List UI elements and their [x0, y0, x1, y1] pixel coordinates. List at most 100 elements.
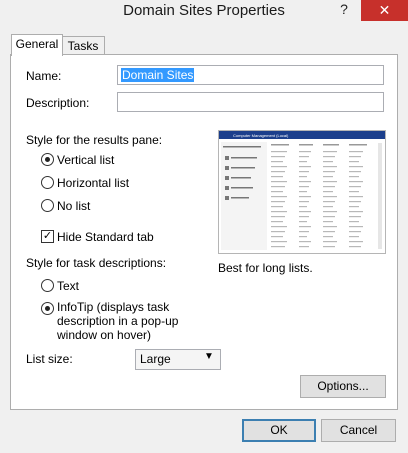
preview-row-line [323, 186, 335, 188]
name-label: Name: [26, 69, 62, 83]
preview-row-line [323, 246, 335, 248]
preview-row-line [299, 176, 307, 178]
preview-row-line [349, 156, 361, 158]
preview-row-line [271, 226, 287, 228]
preview-row-line [349, 171, 361, 173]
tab-tasks[interactable]: Tasks [61, 36, 105, 55]
preview-row-line [271, 241, 287, 243]
preview-row-line [349, 236, 359, 238]
preview-row-line [299, 246, 309, 248]
hide-standard-tab-checkbox[interactable]: ✓ [41, 230, 54, 243]
preview-row-line [299, 211, 311, 213]
preview-row-line [323, 206, 333, 208]
task-descriptions-heading: Style for task descriptions: [26, 256, 167, 270]
no-list-radio[interactable] [41, 199, 54, 212]
preview-row-line [271, 186, 285, 188]
preview-row-line [299, 221, 307, 223]
preview-row-line [271, 216, 285, 218]
preview-row-line [271, 176, 283, 178]
preview-row-line [271, 166, 287, 168]
preview-row-line [323, 211, 337, 213]
preview-row-line [299, 231, 309, 233]
preview-row-line [271, 156, 285, 158]
no-list-label: No list [57, 199, 91, 213]
preview-row-line [349, 201, 361, 203]
preview-row-line [349, 191, 359, 193]
preview-row-line [323, 201, 335, 203]
preview-row-line [323, 236, 333, 238]
preview-row-line [323, 191, 333, 193]
preview-row-line [323, 181, 337, 183]
horizontal-list-radio[interactable] [41, 176, 54, 189]
preview-row-line [349, 151, 363, 153]
preview-row-line [323, 221, 333, 223]
preview-row-line [299, 216, 309, 218]
preview-row-line [323, 156, 335, 158]
list-size-value: Large [140, 352, 171, 366]
preview-row-line [271, 151, 287, 153]
description-label: Description: [26, 96, 90, 110]
preview-row-line [349, 206, 359, 208]
description-field[interactable] [117, 92, 384, 112]
preview-header-text: Computer Management (Local) [233, 133, 289, 138]
preview-row-line [299, 186, 309, 188]
preview-row-line [271, 196, 287, 198]
preview-row-line [349, 196, 363, 198]
preview-row-line [271, 221, 283, 223]
preview-row-line [349, 246, 361, 248]
preview-row-line [299, 196, 311, 198]
preview-row-line [299, 191, 307, 193]
preview-row-line [299, 171, 309, 173]
text-label: Text [57, 279, 80, 293]
preview-row-line [299, 166, 311, 168]
ok-button[interactable]: OK [242, 419, 316, 442]
preview-row-line [349, 161, 359, 163]
name-field-value: Domain Sites [121, 68, 195, 82]
preview-row-line [299, 156, 309, 158]
preview-row-line [323, 176, 333, 178]
preview-row-line [299, 206, 307, 208]
preview-row-line [323, 196, 337, 198]
preview-row-line [323, 166, 337, 168]
preview-row-line [349, 241, 363, 243]
preview-row-line [349, 221, 359, 223]
options-button[interactable]: Options... [300, 375, 386, 398]
list-size-select[interactable]: Large ▼ [135, 349, 221, 370]
preview-row-line [349, 181, 363, 183]
preview-row-line [299, 241, 311, 243]
preview-row-line [271, 211, 287, 213]
preview-row-line [323, 161, 333, 163]
preview-row-line [299, 161, 307, 163]
preview-row-line [349, 231, 361, 233]
help-button[interactable]: ? [334, 1, 354, 21]
preview-row-line [299, 226, 311, 228]
vertical-list-label: Vertical list [57, 153, 115, 167]
preview-row-line [271, 161, 283, 163]
infotip-label: InfoTip (displays task description in a … [57, 300, 179, 342]
infotip-radio[interactable] [41, 302, 54, 315]
preview-row-line [271, 181, 287, 183]
chevron-down-icon: ▼ [204, 351, 214, 362]
preview-row-line [271, 231, 285, 233]
text-radio[interactable] [41, 279, 54, 292]
preview-row-line [323, 216, 335, 218]
preview-row-line [323, 151, 337, 153]
tab-general[interactable]: General [11, 34, 63, 56]
vertical-list-radio[interactable] [41, 153, 54, 166]
preview-row-line [271, 191, 283, 193]
preview-row-line [271, 206, 283, 208]
preview-row-line [299, 151, 311, 153]
preview-row-line [271, 171, 285, 173]
results-pane-heading: Style for the results pane: [26, 133, 163, 147]
preview-row-line [299, 201, 309, 203]
preview-row-line [323, 171, 335, 173]
preview-row-line [299, 236, 307, 238]
close-button[interactable]: ✕ [361, 0, 408, 21]
preview-row-line [323, 241, 337, 243]
layout-preview-image: Computer Management (Local) [218, 130, 386, 254]
preview-row-line [271, 201, 285, 203]
layout-preview-graphic: Computer Management (Local) [219, 131, 385, 250]
cancel-button[interactable]: Cancel [321, 419, 396, 442]
preview-row-line [323, 226, 337, 228]
preview-row-line [349, 166, 363, 168]
